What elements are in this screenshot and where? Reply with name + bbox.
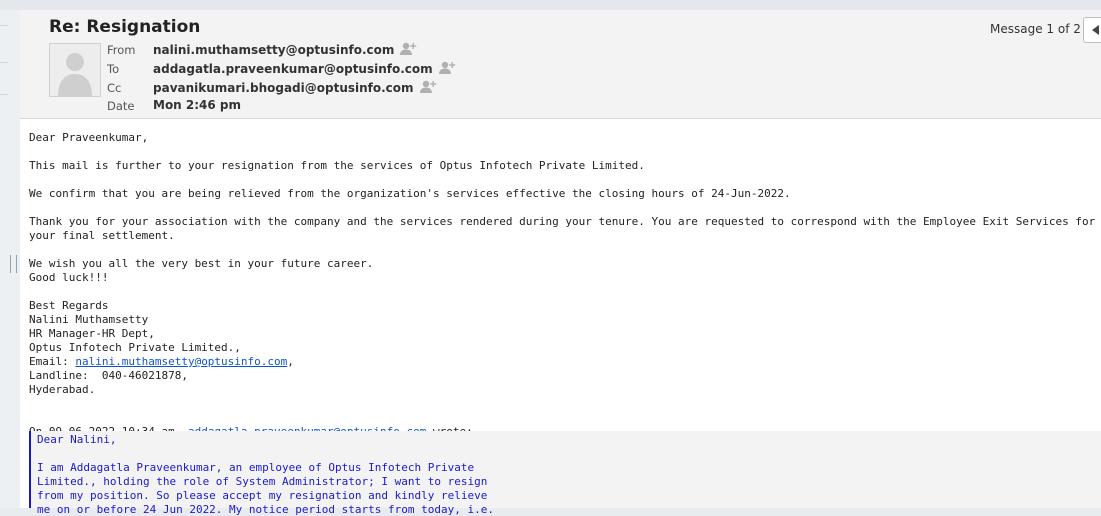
from-value[interactable]: nalini.muthamsetty@optusinfo.com [153,42,417,59]
quoted-line: Dear Nalini, [37,433,117,446]
signature-title: HR Manager-HR Dept, [29,327,155,340]
add-contact-icon[interactable] [419,80,437,97]
to-label: To [107,62,120,76]
date-value: Mon 2:46 pm [153,98,242,112]
paragraph-3-cont: your final settlement. [29,229,175,242]
quoted-line: I am Addagatla Praveenkumar, an employee… [37,461,475,474]
signature-email-link[interactable]: nalini.muthamsetty@optusinfo.com [75,355,287,368]
rail-divider [0,25,8,26]
paragraph-4-cont: Good luck!!! [29,271,109,284]
quoted-message: Dear Nalini, I am Addagatla Praveenkumar… [29,431,1101,516]
paragraph-2: We confirm that you are being relieved f… [29,187,791,200]
chevron-left-icon [1092,25,1099,35]
message-reading-pane: Re: Resignation Message 1 of 2 From nali… [20,10,1101,516]
signature-landline: Landline: 040-46021878, [29,369,188,382]
signature-company: Optus Infotech Private Limited., [29,341,241,354]
greeting-line: Dear Praveenkumar, [29,131,149,144]
quoted-line: Limited., holding the role of System Adm… [37,475,488,488]
rail-divider [0,62,8,63]
quoted-line: from my position. So please accept my re… [37,489,488,502]
signature-email-line: Email: nalini.muthamsetty@optusinfo.com, [29,355,294,368]
add-contact-icon[interactable] [400,42,417,59]
date-label: Date [107,99,135,113]
from-address[interactable]: nalini.muthamsetty@optusinfo.com [153,43,394,57]
paragraph-4: We wish you all the very best in your fu… [29,257,374,270]
rail-divider [0,94,8,95]
message-counter: Message 1 of 2 [990,22,1081,36]
message-header: Re: Resignation Message 1 of 2 From nali… [20,10,1101,119]
signature-regards: Best Regards [29,299,109,312]
paragraph-1: This mail is further to your resignation… [29,159,645,172]
cc-value[interactable]: pavanikumari.bhogadi@optusinfo.com [153,80,437,97]
signature-email-suffix: , [287,355,294,368]
quoted-line: me on or before 24 Jun 2022. My notice p… [37,503,494,516]
message-subject: Re: Resignation [49,17,201,37]
user-avatar-icon [58,53,92,96]
message-body: Dear Praveenkumar, This mail is further … [20,119,1101,516]
previous-message-button[interactable] [1083,17,1101,43]
cc-address[interactable]: pavanikumari.bhogadi@optusinfo.com [153,81,414,95]
to-value[interactable]: addagatla.praveenkumar@optusinfo.com [153,61,456,78]
add-contact-icon[interactable] [438,61,456,78]
from-label: From [107,43,136,57]
cc-label: Cc [107,81,122,95]
paragraph-3: Thank you for your association with the … [29,215,1096,228]
sender-avatar [49,43,101,97]
signature-city: Hyderabad. [29,383,96,396]
signature-name: Nalini Muthamsetty [29,313,149,326]
pane-resize-handle[interactable] [10,255,17,273]
signature-email-label: Email: [29,355,76,368]
to-address[interactable]: addagatla.praveenkumar@optusinfo.com [153,62,433,76]
